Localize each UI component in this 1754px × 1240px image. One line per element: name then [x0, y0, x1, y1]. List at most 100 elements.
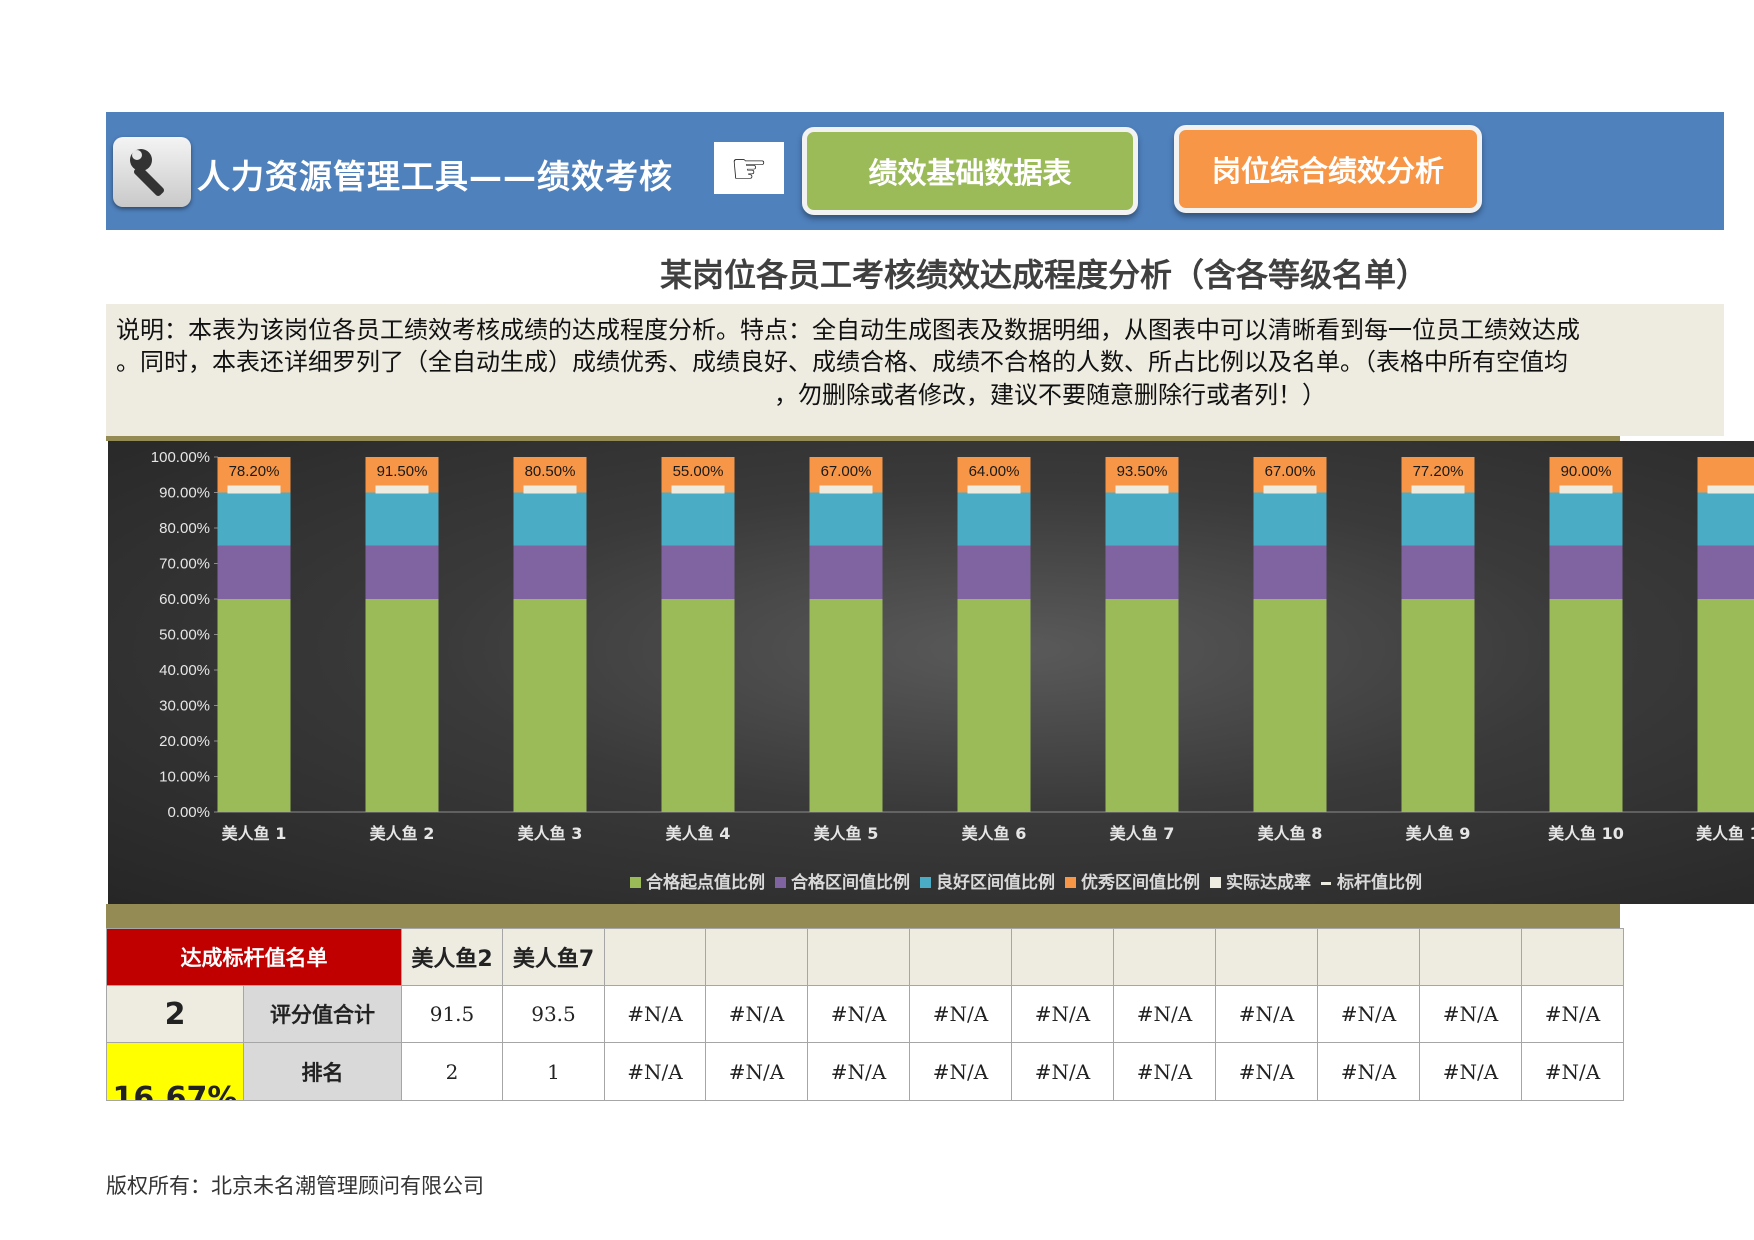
rank-label: 排名: [243, 1042, 402, 1101]
name-cell: [1317, 928, 1420, 986]
benchmark-marker: [1263, 485, 1317, 494]
bar-segment: [1697, 545, 1754, 599]
bar-segment: [365, 545, 439, 599]
bar-segment: [1549, 545, 1623, 599]
data-label: 91.50%: [377, 463, 428, 480]
bar-segment: [217, 599, 291, 812]
y-tick-label: 0.00%: [167, 804, 210, 821]
name-cell: [1521, 928, 1624, 986]
bar-segment: [513, 492, 587, 546]
basic-data-button[interactable]: 绩效基础数据表: [802, 127, 1138, 215]
score-cell: #N/A: [705, 985, 808, 1043]
bar-segment: [809, 492, 883, 546]
data-label: 90.00%: [1561, 463, 1612, 480]
legend-swatch: [1210, 877, 1221, 888]
legend-swatch: [920, 877, 931, 888]
y-tick-label: 100.00%: [151, 449, 210, 466]
benchmark-marker: [1707, 485, 1754, 494]
score-cell: 91.5: [401, 985, 503, 1043]
bar-segment: [957, 492, 1031, 546]
bar-segment: [809, 545, 883, 599]
x-tick-label: 美人鱼 1: [222, 824, 287, 843]
legend-label: 标杆值比例: [1337, 872, 1422, 893]
description-line-2: 。同时，本表还详细罗列了（全自动生成）成绩优秀、成绩良好、成绩合格、成绩不合格的…: [116, 348, 1568, 376]
y-tick-label: 80.00%: [159, 520, 210, 537]
benchmark-marker: [523, 485, 577, 494]
y-tick-label: 70.00%: [159, 556, 210, 573]
score-cell: #N/A: [909, 985, 1012, 1043]
benchmark-marker: [671, 485, 725, 494]
score-cell: #N/A: [1215, 985, 1318, 1043]
bar-segment: [809, 599, 883, 812]
legend-swatch: [775, 877, 786, 888]
legend-label: 优秀区间值比例: [1081, 872, 1200, 893]
rank-cell: #N/A: [604, 1042, 706, 1101]
name-cell: [1113, 928, 1216, 986]
bar-segment: [1401, 545, 1475, 599]
wrench-icon-graphic: [130, 149, 165, 197]
description-line-3: ，勿删除或者修改，建议不要随意删除行或者列！）: [774, 381, 1326, 409]
bar-segment: [1253, 599, 1327, 812]
x-tick-label: 美人鱼 10: [1548, 824, 1624, 843]
benchmark-marker: [227, 485, 281, 494]
name-cell: [807, 928, 910, 986]
x-tick-label: 美人鱼 6: [962, 824, 1027, 843]
name-cell: [909, 928, 1012, 986]
description-line-1: 说明：本表为该岗位各员工绩效考核成绩的达成程度分析。特点：全自动生成图表及数据明…: [116, 316, 1580, 344]
bar-segment: [217, 492, 291, 546]
data-label: 78.20%: [229, 463, 280, 480]
bar-segment: [1105, 545, 1179, 599]
x-tick-label: 美人鱼 7: [1110, 824, 1175, 843]
benchmark-marker: [967, 485, 1021, 494]
data-label: 77.20%: [1413, 463, 1464, 480]
benchmark-table: 达成标杆值名单 美人鱼2 美人鱼7 2 评分值合计 91.5 93.5 #N/A…: [106, 928, 1624, 1101]
bar-segment: [957, 599, 1031, 812]
x-tick-label: 美人鱼 8: [1258, 824, 1323, 843]
data-label: 67.00%: [821, 463, 872, 480]
benchmark-marker: [1411, 485, 1465, 494]
legend-swatch: [630, 877, 641, 888]
bar-segment: [661, 545, 735, 599]
rank-cell: 1: [502, 1042, 605, 1101]
x-tick-label: 美人鱼 3: [518, 824, 583, 843]
score-cell: #N/A: [1317, 985, 1420, 1043]
name-cell: 美人鱼2: [401, 928, 503, 986]
pointing-hand-icon: ☞: [714, 142, 784, 194]
bar-segment: [1549, 599, 1623, 812]
benchmark-count: 2: [106, 985, 244, 1043]
benchmark-percent-value: 16.67%: [112, 1081, 238, 1100]
benchmark-marker: [819, 485, 873, 494]
bar-segment: [1401, 599, 1475, 812]
name-cell: [1011, 928, 1114, 986]
bar-segment: [661, 599, 735, 812]
description-box: 说明：本表为该岗位各员工绩效考核成绩的达成程度分析。特点：全自动生成图表及数据明…: [106, 304, 1724, 436]
bar-segment: [1401, 492, 1475, 546]
data-label: 93.50%: [1117, 463, 1168, 480]
rank-cell: #N/A: [1011, 1042, 1114, 1101]
name-cell: [1215, 928, 1318, 986]
legend-swatch: [1321, 882, 1331, 885]
x-tick-label: 美人鱼 2: [370, 824, 435, 843]
score-label: 评分值合计: [243, 985, 402, 1043]
bar-segment: [1549, 492, 1623, 546]
rank-cell: #N/A: [1521, 1042, 1624, 1101]
wrench-icon: [113, 137, 191, 207]
benchmark-percent: 16.67%: [106, 1042, 244, 1101]
rank-cell: #N/A: [909, 1042, 1012, 1101]
bar-segment: [957, 545, 1031, 599]
y-tick-label: 10.00%: [159, 769, 210, 786]
y-tick-label: 50.00%: [159, 627, 210, 644]
bar-segment: [513, 545, 587, 599]
score-cell: #N/A: [1521, 985, 1624, 1043]
benchmark-marker: [375, 485, 429, 494]
bar-segment: [217, 545, 291, 599]
score-cell: #N/A: [1113, 985, 1216, 1043]
rank-cell: #N/A: [1113, 1042, 1216, 1101]
x-tick-label: 美人鱼 9: [1406, 824, 1471, 843]
position-analysis-button[interactable]: 岗位综合绩效分析: [1174, 125, 1482, 213]
bar-segment: [1105, 492, 1179, 546]
name-cell: [705, 928, 808, 986]
data-label: 67.00%: [1265, 463, 1316, 480]
y-tick-label: 30.00%: [159, 698, 210, 715]
legend-label: 合格起点值比例: [646, 872, 765, 893]
